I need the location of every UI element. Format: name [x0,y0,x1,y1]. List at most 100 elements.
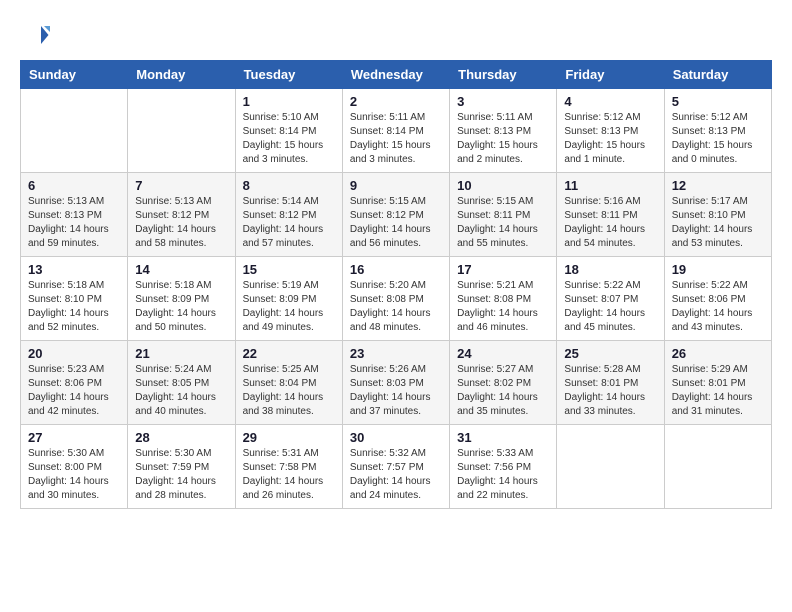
day-number: 9 [350,178,442,193]
day-info: Sunrise: 5:15 AMSunset: 8:12 PMDaylight:… [350,195,442,251]
calendar-cell: 15 Sunrise: 5:19 AMSunset: 8:09 PMDayligh… [235,257,342,341]
day-info: Sunrise: 5:13 AMSunset: 8:13 PMDaylight:… [28,195,120,251]
day-number: 8 [243,178,335,193]
day-number: 21 [135,346,227,361]
day-number: 10 [457,178,549,193]
header-wednesday: Wednesday [342,61,449,89]
day-number: 23 [350,346,442,361]
calendar-cell: 9 Sunrise: 5:15 AMSunset: 8:12 PMDaylight… [342,173,449,257]
day-info: Sunrise: 5:13 AMSunset: 8:12 PMDaylight:… [135,195,227,251]
day-info: Sunrise: 5:27 AMSunset: 8:02 PMDaylight:… [457,363,549,419]
calendar-cell [664,425,771,509]
day-info: Sunrise: 5:23 AMSunset: 8:06 PMDaylight:… [28,363,120,419]
day-number: 17 [457,262,549,277]
day-info: Sunrise: 5:22 AMSunset: 8:07 PMDaylight:… [564,279,656,335]
calendar-week-2: 6 Sunrise: 5:13 AMSunset: 8:13 PMDaylight… [21,173,772,257]
day-number: 14 [135,262,227,277]
day-info: Sunrise: 5:28 AMSunset: 8:01 PMDaylight:… [564,363,656,419]
day-number: 13 [28,262,120,277]
calendar-cell: 31 Sunrise: 5:33 AMSunset: 7:56 PMDayligh… [450,425,557,509]
day-number: 1 [243,94,335,109]
calendar-cell: 28 Sunrise: 5:30 AMSunset: 7:59 PMDayligh… [128,425,235,509]
day-info: Sunrise: 5:21 AMSunset: 8:08 PMDaylight:… [457,279,549,335]
calendar-cell: 10 Sunrise: 5:15 AMSunset: 8:11 PMDayligh… [450,173,557,257]
day-info: Sunrise: 5:20 AMSunset: 8:08 PMDaylight:… [350,279,442,335]
day-info: Sunrise: 5:32 AMSunset: 7:57 PMDaylight:… [350,447,442,503]
calendar-cell: 30 Sunrise: 5:32 AMSunset: 7:57 PMDayligh… [342,425,449,509]
calendar-cell: 23 Sunrise: 5:26 AMSunset: 8:03 PMDayligh… [342,341,449,425]
day-number: 27 [28,430,120,445]
day-info: Sunrise: 5:12 AMSunset: 8:13 PMDaylight:… [672,111,764,167]
calendar-cell: 2 Sunrise: 5:11 AMSunset: 8:14 PMDaylight… [342,89,449,173]
day-number: 31 [457,430,549,445]
calendar-cell: 12Sunrise: 5:17 AMSunset: 8:10 PMDayligh… [664,173,771,257]
logo [20,20,54,50]
calendar-cell: 1 Sunrise: 5:10 AMSunset: 8:14 PMDaylight… [235,89,342,173]
day-number: 6 [28,178,120,193]
header-friday: Friday [557,61,664,89]
day-info: Sunrise: 5:15 AMSunset: 8:11 PMDaylight:… [457,195,549,251]
calendar-cell: 14 Sunrise: 5:18 AMSunset: 8:09 PMDayligh… [128,257,235,341]
calendar-cell [557,425,664,509]
calendar-week-5: 27 Sunrise: 5:30 AMSunset: 8:00 PMDayligh… [21,425,772,509]
day-number: 28 [135,430,227,445]
calendar-cell: 18Sunrise: 5:22 AMSunset: 8:07 PMDayligh… [557,257,664,341]
day-info: Sunrise: 5:29 AMSunset: 8:01 PMDaylight:… [672,363,764,419]
day-number: 22 [243,346,335,361]
day-number: 16 [350,262,442,277]
day-info: Sunrise: 5:30 AMSunset: 7:59 PMDaylight:… [135,447,227,503]
calendar-cell: 7 Sunrise: 5:13 AMSunset: 8:12 PMDaylight… [128,173,235,257]
calendar-cell [21,89,128,173]
header-monday: Monday [128,61,235,89]
day-info: Sunrise: 5:14 AMSunset: 8:12 PMDaylight:… [243,195,335,251]
day-number: 7 [135,178,227,193]
day-number: 5 [672,94,764,109]
calendar-cell: 29Sunrise: 5:31 AMSunset: 7:58 PMDayligh… [235,425,342,509]
day-info: Sunrise: 5:18 AMSunset: 8:09 PMDaylight:… [135,279,227,335]
day-info: Sunrise: 5:10 AMSunset: 8:14 PMDaylight:… [243,111,335,167]
calendar-cell: 25 Sunrise: 5:28 AMSunset: 8:01 PMDayligh… [557,341,664,425]
day-info: Sunrise: 5:30 AMSunset: 8:00 PMDaylight:… [28,447,120,503]
calendar-cell: 24 Sunrise: 5:27 AMSunset: 8:02 PMDayligh… [450,341,557,425]
day-info: Sunrise: 5:11 AMSunset: 8:14 PMDaylight:… [350,111,442,167]
calendar-cell: 11Sunrise: 5:16 AMSunset: 8:11 PMDayligh… [557,173,664,257]
day-info: Sunrise: 5:24 AMSunset: 8:05 PMDaylight:… [135,363,227,419]
day-info: Sunrise: 5:19 AMSunset: 8:09 PMDaylight:… [243,279,335,335]
day-number: 3 [457,94,549,109]
calendar-cell: 16 Sunrise: 5:20 AMSunset: 8:08 PMDayligh… [342,257,449,341]
calendar-header-row: SundayMondayTuesdayWednesdayThursdayFrid… [21,61,772,89]
calendar-cell: 5 Sunrise: 5:12 AMSunset: 8:13 PMDaylight… [664,89,771,173]
day-number: 20 [28,346,120,361]
day-number: 25 [564,346,656,361]
day-number: 26 [672,346,764,361]
calendar-cell: 4 Sunrise: 5:12 AMSunset: 8:13 PMDaylight… [557,89,664,173]
day-number: 4 [564,94,656,109]
calendar-cell: 19 Sunrise: 5:22 AMSunset: 8:06 PMDayligh… [664,257,771,341]
day-number: 30 [350,430,442,445]
day-info: Sunrise: 5:18 AMSunset: 8:10 PMDaylight:… [28,279,120,335]
header-sunday: Sunday [21,61,128,89]
day-number: 19 [672,262,764,277]
day-info: Sunrise: 5:12 AMSunset: 8:13 PMDaylight:… [564,111,656,167]
day-info: Sunrise: 5:17 AMSunset: 8:10 PMDaylight:… [672,195,764,251]
day-info: Sunrise: 5:26 AMSunset: 8:03 PMDaylight:… [350,363,442,419]
calendar-cell: 3Sunrise: 5:11 AMSunset: 8:13 PMDaylight… [450,89,557,173]
day-info: Sunrise: 5:25 AMSunset: 8:04 PMDaylight:… [243,363,335,419]
day-info: Sunrise: 5:33 AMSunset: 7:56 PMDaylight:… [457,447,549,503]
calendar-cell [128,89,235,173]
calendar-cell: 17 Sunrise: 5:21 AMSunset: 8:08 PMDayligh… [450,257,557,341]
calendar-cell: 13 Sunrise: 5:18 AMSunset: 8:10 PMDayligh… [21,257,128,341]
page-header [20,20,772,50]
day-number: 24 [457,346,549,361]
header-thursday: Thursday [450,61,557,89]
calendar-week-3: 13 Sunrise: 5:18 AMSunset: 8:10 PMDayligh… [21,257,772,341]
calendar-cell: 21 Sunrise: 5:24 AMSunset: 8:05 PMDayligh… [128,341,235,425]
day-info: Sunrise: 5:16 AMSunset: 8:11 PMDaylight:… [564,195,656,251]
header-tuesday: Tuesday [235,61,342,89]
calendar-cell: 8 Sunrise: 5:14 AMSunset: 8:12 PMDaylight… [235,173,342,257]
calendar-week-1: 1 Sunrise: 5:10 AMSunset: 8:14 PMDaylight… [21,89,772,173]
day-number: 2 [350,94,442,109]
day-info: Sunrise: 5:22 AMSunset: 8:06 PMDaylight:… [672,279,764,335]
day-number: 15 [243,262,335,277]
day-number: 29 [243,430,335,445]
